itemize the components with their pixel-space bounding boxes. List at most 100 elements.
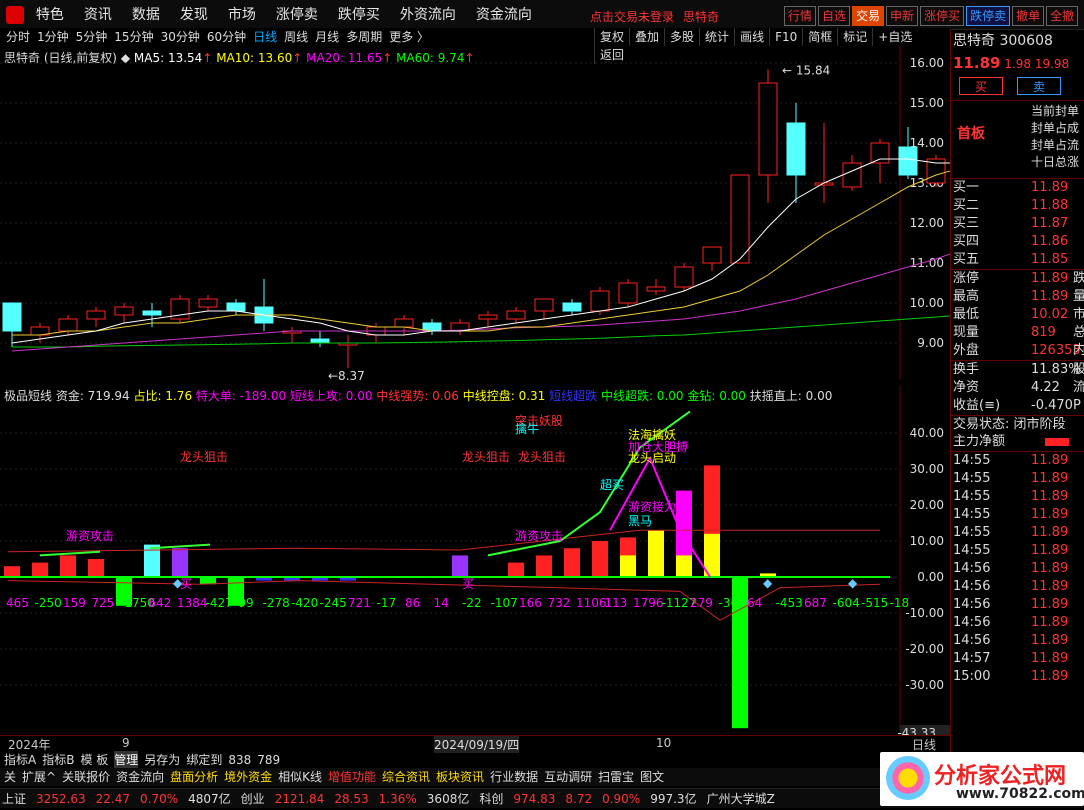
stats-label: 涨停 [953, 271, 980, 286]
menu-item-7[interactable]: 外资流向 [400, 0, 456, 30]
tick-price: 11.89 [1031, 669, 1069, 684]
ind-y-tick: 30.00 [910, 462, 944, 476]
menu-item-3[interactable]: 发现 [180, 0, 208, 30]
bar-value-label: 1796 [633, 596, 664, 610]
func-5[interactable]: 境外资金 [224, 768, 272, 786]
stats-value: 10.02 [1031, 307, 1069, 322]
stats2-label: 净资 [953, 380, 980, 395]
top-button-3[interactable]: 申新 [886, 6, 919, 26]
tick-time: 15:00 [953, 669, 991, 684]
func-13[interactable]: 图文 [640, 768, 664, 786]
tab-2[interactable]: 模 板 [80, 751, 108, 768]
stats2-extra: 股 [1073, 361, 1084, 379]
func-12[interactable]: 扫雷宝 [598, 768, 634, 786]
stats2-row[interactable]: 收益(≡) -0.470 P [951, 397, 1084, 415]
func-9[interactable]: 板块资讯 [436, 768, 484, 786]
stats-row[interactable]: 最低 10.02 市 [951, 306, 1084, 324]
tab-3[interactable]: 管理 [114, 751, 139, 768]
top-button-5[interactable]: 跌停卖 [966, 6, 1011, 26]
func-8[interactable]: 综合资讯 [382, 768, 430, 786]
bar-value-label: -453 [776, 596, 803, 610]
tool-7[interactable]: 标记 [837, 28, 872, 46]
candle-body [534, 298, 554, 312]
sell-button[interactable]: 卖 [1017, 77, 1061, 95]
func-11[interactable]: 互动调研 [544, 768, 592, 786]
stats2-row[interactable]: 换手11.83%股 [951, 361, 1084, 379]
func-3[interactable]: 资金流向 [116, 768, 164, 786]
tool-3[interactable]: 统计 [699, 28, 734, 46]
period-6[interactable]: 日线 [253, 28, 277, 46]
period-3[interactable]: 15分钟 [114, 28, 153, 46]
tab-4[interactable]: 另存为 [144, 751, 180, 768]
top-button-2[interactable]: 交易 [852, 6, 885, 26]
stats2-extra: 流 [1073, 379, 1084, 397]
tab-6[interactable]: 838 [228, 753, 251, 767]
period-4[interactable]: 30分钟 [161, 28, 200, 46]
func-10[interactable]: 行业数据 [490, 768, 538, 786]
period-10[interactable]: 更多 〉 [389, 28, 429, 46]
menu-item-6[interactable]: 跌停买 [338, 0, 380, 30]
stats-row[interactable]: 外盘126353内 [951, 342, 1084, 360]
candle-body [618, 282, 638, 304]
bids-row[interactable]: 买一 11.89 [951, 179, 1084, 197]
tool-5[interactable]: F10 [769, 28, 802, 46]
candle-body [702, 246, 722, 264]
bids-row[interactable]: 买四 11.86 [951, 233, 1084, 251]
tool-1[interactable]: 叠加 [629, 28, 664, 46]
period-8[interactable]: 月线 [315, 28, 339, 46]
seal-note-2: 封单占流 [1031, 138, 1080, 152]
top-button-1[interactable]: 自选 [818, 6, 851, 26]
tool-0[interactable]: 复权 [594, 28, 629, 46]
func-0[interactable]: 关 [4, 768, 16, 786]
buy-button[interactable]: 买 [959, 77, 1003, 95]
menu-item-5[interactable]: 涨停卖 [276, 0, 318, 30]
tool-6[interactable]: 简框 [802, 28, 837, 46]
tab-7[interactable]: 789 [257, 753, 280, 767]
top-button-7[interactable]: 全撤 [1046, 6, 1079, 26]
stats-row[interactable]: 涨停 11.89 跌 [951, 270, 1084, 288]
menu-item-4[interactable]: 市场 [228, 0, 256, 30]
tick-row: 14:56 11.89 [951, 632, 1084, 650]
tab-1[interactable]: 指标B [42, 751, 74, 768]
period-1[interactable]: 1分钟 [37, 28, 69, 46]
indicator-pane[interactable]: 40.00 30.00 20.00 10.00 0.00 -10.00 -20.00 -30.… [0, 385, 950, 735]
stats-value: 11.89 [1031, 289, 1069, 304]
menu-item-0[interactable]: 特色 [36, 0, 64, 30]
status-item-3: 0.70% [140, 792, 179, 806]
period-7[interactable]: 周线 [284, 28, 308, 46]
top-button-0[interactable]: 行情 [784, 6, 817, 26]
stock-shortcut[interactable]: 思特奇 [683, 8, 719, 25]
stats2-extra: P [1073, 398, 1081, 413]
netflow-label: 主力净额 [953, 434, 1006, 449]
menu-item-8[interactable]: 资金流向 [476, 0, 532, 30]
kline-pane[interactable]: 思特奇 (日线,前复权) ◆ MA5: 13.54↑ MA10: 13.60↑ … [0, 46, 950, 380]
tool-2[interactable]: 多股 [664, 28, 699, 46]
period-0[interactable]: 分时 [6, 28, 30, 46]
stats-row[interactable]: 现量 819 总 [951, 324, 1084, 342]
bids-row[interactable]: 买五 11.85 [951, 251, 1084, 269]
login-status[interactable]: 点击交易未登录 [590, 8, 674, 25]
func-6[interactable]: 相似K线 [278, 768, 322, 786]
bids-row[interactable]: 买三 11.87 [951, 215, 1084, 233]
tool-4[interactable]: 画线 [734, 28, 769, 46]
period-2[interactable]: 5分钟 [76, 28, 108, 46]
menu-item-2[interactable]: 数据 [132, 0, 160, 30]
func-4[interactable]: 盘面分析 [170, 768, 218, 786]
bids-row[interactable]: 买二 11.88 [951, 197, 1084, 215]
period-bar: 分时 1分钟 5分钟 15分钟 30分钟 60分钟 日线 周线 月线 多周期 更多 〉 复权 叠加 多股… [0, 28, 950, 64]
top-button-4[interactable]: 涨停买 [920, 6, 965, 26]
period-5[interactable]: 60分钟 [207, 28, 246, 46]
candle-body [842, 162, 862, 188]
tool-8[interactable]: +自选 [872, 28, 917, 46]
tab-0[interactable]: 指标A [4, 751, 36, 768]
tab-5[interactable]: 绑定到 [186, 751, 222, 768]
func-1[interactable]: 扩展^ [22, 768, 56, 786]
top-button-6[interactable]: 撤单 [1012, 6, 1045, 26]
func-7[interactable]: 增值功能 [328, 768, 376, 786]
menu-item-1[interactable]: 资讯 [84, 0, 112, 30]
app-logo-icon[interactable] [6, 6, 24, 24]
stats-row[interactable]: 最高 11.89 量 [951, 288, 1084, 306]
func-2[interactable]: 关联报价 [62, 768, 110, 786]
stats2-row[interactable]: 净资 4.22 流 [951, 379, 1084, 397]
period-9[interactable]: 多周期 [346, 28, 382, 46]
